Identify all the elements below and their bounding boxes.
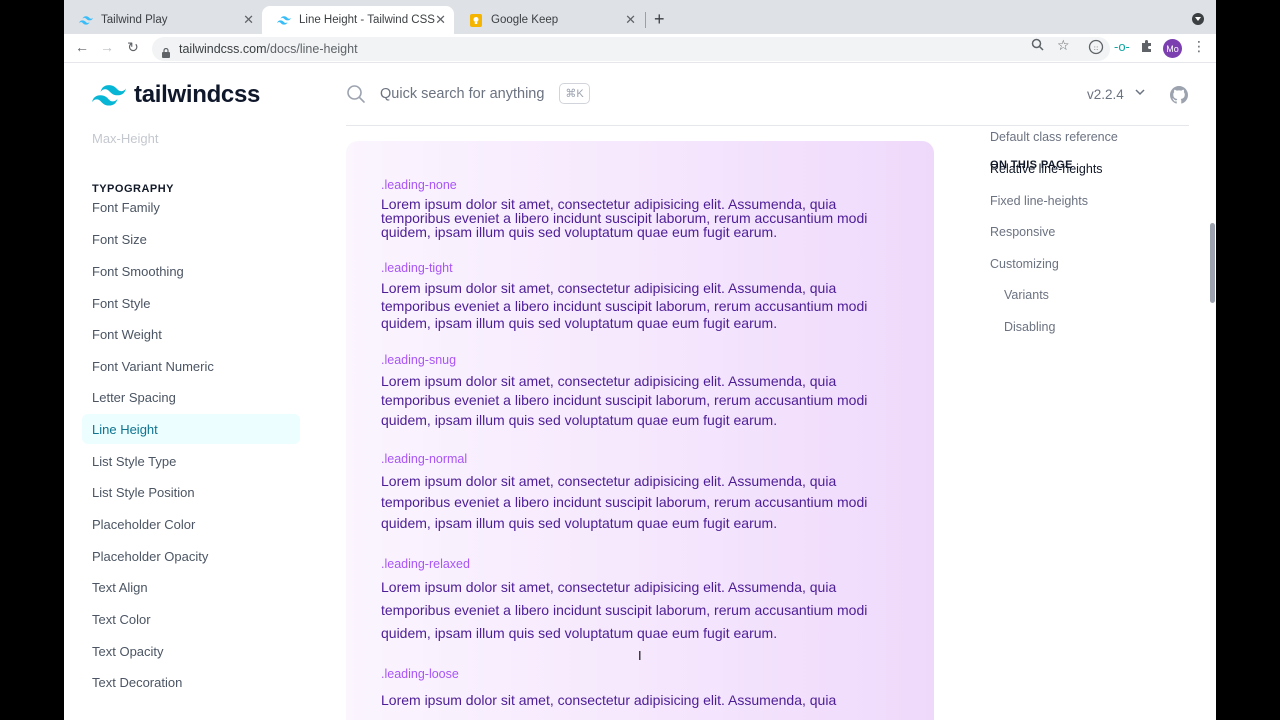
tab-strip: Tailwind Play ✕ Line Height - Tailwind C…: [64, 0, 1216, 34]
sidebar-item-line-height[interactable]: Line Height: [82, 414, 300, 444]
search-shortcut: ⌘K: [559, 83, 590, 104]
tab-title: Google Keep: [491, 14, 559, 26]
sidebar-item-list-style-position[interactable]: List Style Position: [82, 477, 300, 507]
sidebar-item-list-style-type[interactable]: List Style Type: [82, 446, 300, 476]
toc-item-disabling[interactable]: Disabling: [1004, 320, 1055, 334]
extension-icon-2[interactable]: -o-: [1114, 39, 1130, 54]
sidebar-item-letter-spacing[interactable]: Letter Spacing: [82, 382, 300, 412]
demo-class-label: .leading-snug: [381, 353, 457, 367]
tab-search-icon[interactable]: [1192, 13, 1204, 25]
bookmark-star-icon[interactable]: ☆: [1057, 37, 1070, 54]
demo-paragraph: Lorem ipsum dolor sit amet, consectetur …: [381, 692, 837, 708]
keep-icon: [469, 13, 483, 27]
text-cursor-icon: I: [638, 648, 642, 663]
demo-class-label: .leading-relaxed: [381, 557, 470, 571]
demo-block: .leading-tight Lorem ipsum dolor sit amet…: [381, 261, 901, 333]
demo-paragraph: Lorem ipsum dolor sit amet, consectetur …: [381, 473, 868, 531]
header-divider: [346, 125, 1189, 126]
demo-block: .leading-normal Lorem ipsum dolor sit ame…: [381, 452, 901, 534]
demo-block: .leading-snug Lorem ipsum dolor sit amet,…: [381, 353, 901, 430]
sidebar-item-font-size[interactable]: Font Size: [82, 224, 300, 254]
demo-class-label: .leading-loose: [381, 667, 459, 681]
tab-google-keep[interactable]: Google Keep ✕: [454, 6, 644, 34]
sidebar-item-placeholder-opacity[interactable]: Placeholder Opacity: [82, 541, 300, 571]
demo-block: .leading-loose Lorem ipsum dolor sit amet…: [381, 667, 901, 714]
sidebar-item-font-weight[interactable]: Font Weight: [82, 319, 300, 349]
sidebar-item-font-smoothing[interactable]: Font Smoothing: [82, 256, 300, 286]
close-icon[interactable]: ✕: [243, 12, 254, 28]
sidebar-item-text-opacity[interactable]: Text Opacity: [82, 636, 300, 666]
tab-separator: [645, 12, 646, 28]
puzzle-extensions-icon[interactable]: [1140, 39, 1154, 56]
back-icon[interactable]: ←: [73, 39, 91, 55]
sidebar-item-text-align[interactable]: Text Align: [82, 572, 300, 602]
reload-icon[interactable]: ↻: [124, 39, 142, 56]
tab-title: Tailwind Play: [101, 14, 168, 26]
browser-toolbar: ← → ↻ tailwindcss.com/docs/line-height ☆…: [64, 34, 1216, 63]
profile-avatar[interactable]: Mo: [1163, 39, 1182, 58]
tailwind-icon: [79, 13, 93, 27]
new-tab-button[interactable]: +: [654, 10, 665, 28]
demo-class-label: .leading-normal: [381, 452, 468, 466]
toc-item-default-class-reference[interactable]: Default class reference: [990, 130, 1118, 144]
logo-text: tailwindcss: [134, 81, 261, 108]
close-icon[interactable]: ✕: [625, 12, 636, 28]
github-icon[interactable]: [1170, 86, 1188, 104]
chevron-down-icon[interactable]: [1135, 87, 1145, 99]
demo-class-label: .leading-none: [381, 178, 457, 192]
toc-item-customizing[interactable]: Customizing: [990, 257, 1059, 271]
version-select[interactable]: v2.2.4: [1087, 87, 1124, 102]
line-height-demo-panel: .leading-none Lorem ipsum dolor sit amet,…: [346, 141, 934, 720]
sidebar-item-text-decoration[interactable]: Text Decoration: [82, 667, 300, 697]
close-icon[interactable]: ✕: [435, 12, 446, 28]
tailwind-logo-icon: [92, 84, 126, 106]
lock-icon: [162, 45, 170, 58]
sidebar-item-font-style[interactable]: Font Style: [82, 288, 300, 318]
more-menu-icon[interactable]: ⋮: [1192, 38, 1206, 55]
demo-paragraph: Lorem ipsum dolor sit amet, consectetur …: [381, 196, 868, 240]
search-icon: [347, 84, 365, 103]
page-content: tailwindcss Quick search for anything ⌘K…: [64, 63, 1216, 720]
svg-text:::: ::: [1094, 44, 1099, 52]
sidebar-item-text-color[interactable]: Text Color: [82, 604, 300, 634]
toc-item-responsive[interactable]: Responsive: [990, 225, 1055, 239]
toc-item-fixed-line-heights[interactable]: Fixed line-heights: [990, 194, 1088, 208]
tab-title: Line Height - Tailwind CSS: [299, 14, 435, 26]
demo-paragraph: Lorem ipsum dolor sit amet, consectetur …: [381, 579, 868, 641]
sidebar-item-max-height[interactable]: Max-Height: [92, 131, 158, 146]
search-button[interactable]: Quick search for anything ⌘K: [346, 83, 590, 104]
zoom-icon[interactable]: [1031, 38, 1044, 54]
forward-icon[interactable]: →: [98, 39, 116, 55]
tab-line-height[interactable]: Line Height - Tailwind CSS ✕: [262, 6, 454, 34]
demo-paragraph: Lorem ipsum dolor sit amet, consectetur …: [381, 373, 868, 428]
url-path: /docs/line-height: [266, 42, 358, 56]
demo-block: .leading-none Lorem ipsum dolor sit amet,…: [381, 178, 901, 239]
toc-item-relative-line-heights[interactable]: Relative line-heights: [990, 162, 1103, 176]
demo-block: .leading-relaxed Lorem ipsum dolor sit am…: [381, 557, 901, 644]
url-text: tailwindcss.com/docs/line-height: [179, 42, 358, 56]
extension-icon[interactable]: ::: [1088, 39, 1104, 58]
sidebar-item-placeholder-color[interactable]: Placeholder Color: [82, 509, 300, 539]
sidebar-item-font-variant-numeric[interactable]: Font Variant Numeric: [82, 351, 300, 381]
demo-paragraph: Lorem ipsum dolor sit amet, consectetur …: [381, 280, 868, 331]
search-placeholder: Quick search for anything: [380, 85, 545, 102]
browser-window: Tailwind Play ✕ Line Height - Tailwind C…: [64, 0, 1216, 720]
address-bar[interactable]: tailwindcss.com/docs/line-height: [152, 37, 1110, 61]
tab-tailwind-play[interactable]: Tailwind Play ✕: [64, 6, 262, 34]
page-scrollbar[interactable]: [1210, 223, 1215, 303]
url-host: tailwindcss.com: [179, 42, 267, 56]
sidebar-nav: Max-Height TYPOGRAPHY Font Family Font Si…: [64, 126, 324, 720]
on-this-page-toc: ON THIS PAGE Default class reference Rela…: [990, 130, 1118, 334]
demo-class-label: .leading-tight: [381, 261, 453, 275]
sidebar-item-font-family[interactable]: Font Family: [82, 192, 300, 222]
tailwind-icon: [277, 13, 291, 27]
site-logo[interactable]: tailwindcss: [92, 81, 260, 109]
toc-item-variants[interactable]: Variants: [1004, 288, 1049, 302]
